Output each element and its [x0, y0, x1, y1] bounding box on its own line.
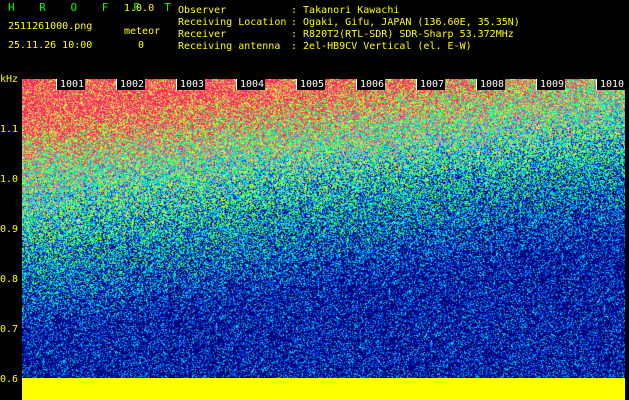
time-axis: 1001 1002 1003 1004 1005 1006 1007 1008 … [22, 79, 626, 91]
observation-datetime: 25.11.26 10:00 [8, 40, 93, 51]
antenna-value: : 2el-HB9CV Vertical (el. E-W) [291, 41, 472, 52]
time-tick-label: 1006 [356, 79, 386, 90]
time-tick-label: 1002 [116, 79, 146, 90]
spectrogram-plot [22, 79, 625, 400]
header-panel: H R O F F T 1.0.0 2511261000.png meteor … [0, 0, 629, 72]
observer-value: : Takanori Kawachi [291, 5, 400, 16]
location-label: Receiving Location [178, 17, 287, 28]
y-tick-label: 1.1 [0, 124, 19, 135]
meteor-label: meteor [124, 26, 161, 37]
time-tick-label: 1001 [56, 79, 86, 90]
antenna-label: Receiving antenna [178, 41, 281, 52]
y-tick-label: 0.7 [0, 324, 19, 335]
spectrogram-canvas [22, 79, 625, 400]
time-tick-label: 1010 [596, 79, 626, 90]
y-tick-label: 0.6 [0, 374, 19, 385]
time-tick-label: 1007 [416, 79, 446, 90]
time-tick-label: 1005 [296, 79, 326, 90]
receiver-label: Receiver [178, 29, 227, 40]
y-tick-label: 1.0 [0, 174, 19, 185]
location-value: : Ogaki, Gifu, JAPAN (136.60E, 35.35N) [291, 17, 520, 28]
time-tick-label: 1009 [536, 79, 566, 90]
observer-label: Observer [178, 5, 227, 16]
time-tick-label: 1003 [176, 79, 206, 90]
noise-floor-band [22, 378, 625, 400]
y-tick-label: 0.8 [0, 274, 19, 285]
time-tick-label: 1004 [236, 79, 266, 90]
meteor-count: 0 [138, 40, 145, 51]
app-version: 1.0.0 [124, 3, 155, 14]
receiver-value: : R820T2(RTL-SDR) SDR-Sharp 53.372MHz [291, 29, 514, 40]
time-tick-label: 1008 [476, 79, 506, 90]
image-filename: 2511261000.png [8, 21, 93, 32]
y-axis-unit: kHz [0, 74, 19, 85]
y-tick-label: 0.9 [0, 224, 19, 235]
